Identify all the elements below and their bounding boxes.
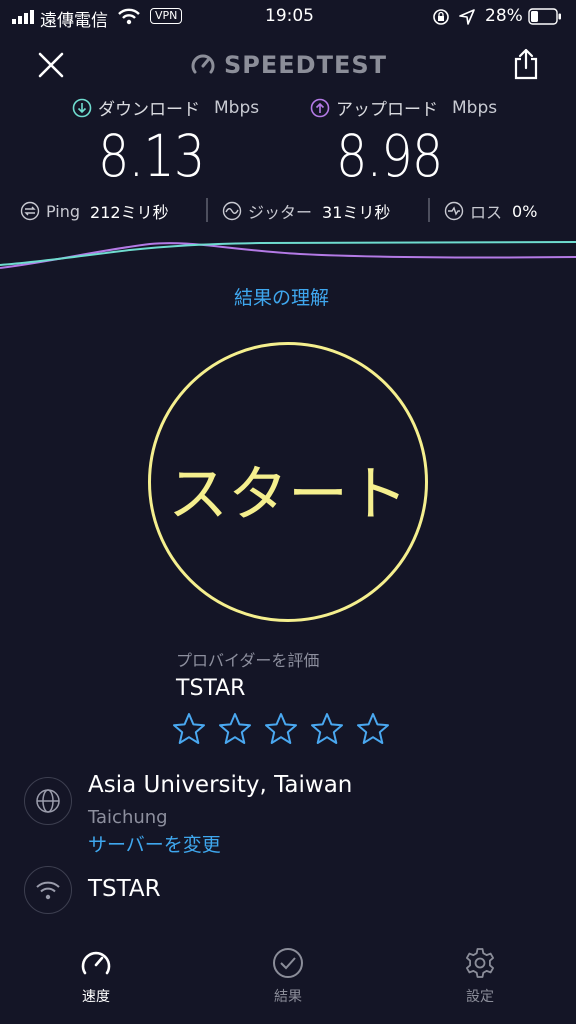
loss-label: ロス bbox=[470, 203, 503, 222]
loss-metric: ロス 0% bbox=[444, 199, 537, 223]
upload-value: 8.98 bbox=[336, 122, 443, 190]
download-unit: Mbps bbox=[214, 97, 260, 118]
wifi-icon bbox=[36, 881, 60, 900]
tab-results-label: 結果 bbox=[274, 989, 302, 1005]
ping-icon bbox=[20, 201, 40, 221]
star-icon[interactable] bbox=[218, 712, 252, 746]
download-label: ダウンロード Mbps bbox=[72, 95, 259, 120]
rate-provider-caption: プロバイダーを評価 bbox=[176, 651, 320, 670]
orientation-lock-icon bbox=[433, 9, 449, 25]
jitter-icon bbox=[222, 201, 242, 221]
tab-results[interactable]: 結果 bbox=[228, 946, 348, 1006]
speedtest-gauge-icon bbox=[191, 54, 215, 74]
server-city: Taichung bbox=[88, 807, 168, 828]
network-icon-circle bbox=[24, 866, 72, 914]
download-value: 8.13 bbox=[98, 122, 205, 190]
server-globe-button bbox=[24, 777, 72, 825]
upload-label: アップロード Mbps bbox=[310, 95, 497, 120]
download-label-text: ダウンロード bbox=[98, 100, 200, 120]
globe-icon bbox=[36, 789, 60, 813]
tab-speed[interactable]: 速度 bbox=[36, 946, 156, 1006]
tab-settings[interactable]: 設定 bbox=[420, 946, 540, 1006]
star-icon[interactable] bbox=[356, 712, 390, 746]
carrier-name: 遠傳電信 bbox=[40, 11, 108, 31]
tab-bar: 速度 結果 設定 bbox=[0, 946, 576, 1024]
ping-label: Ping bbox=[46, 201, 81, 221]
metric-divider bbox=[206, 198, 208, 222]
vpn-badge: VPN bbox=[150, 8, 183, 24]
jitter-label: ジッター bbox=[248, 203, 313, 222]
gear-icon bbox=[466, 948, 494, 978]
star-icon[interactable] bbox=[264, 712, 298, 746]
wifi-status-icon bbox=[118, 8, 140, 25]
packet-loss-icon bbox=[444, 201, 464, 221]
check-circle-icon bbox=[273, 948, 303, 978]
speedtest-wordmark: SPEEDTEST bbox=[224, 51, 388, 79]
upload-unit: Mbps bbox=[452, 97, 498, 118]
ping-metric: Ping 212ミリ秒 bbox=[20, 199, 169, 223]
close-icon[interactable] bbox=[38, 52, 64, 78]
status-bar: 遠傳電信 VPN 19:05 28% bbox=[0, 0, 576, 34]
battery-percent: 28% bbox=[485, 6, 523, 26]
network-name: TSTAR bbox=[88, 876, 161, 902]
jitter-value: 31ミリ秒 bbox=[322, 203, 391, 222]
ping-value: 212ミリ秒 bbox=[90, 203, 169, 222]
star-icon[interactable] bbox=[172, 712, 206, 746]
start-button-label: スタート bbox=[168, 460, 408, 530]
battery-icon bbox=[528, 8, 561, 25]
loss-value: 0% bbox=[512, 201, 538, 221]
upload-label-text: アップロード bbox=[336, 100, 438, 120]
server-name: Asia University, Taiwan bbox=[88, 772, 353, 798]
jitter-metric: ジッター 31ミリ秒 bbox=[222, 199, 390, 223]
star-icon[interactable] bbox=[310, 712, 344, 746]
provider-rating-stars bbox=[172, 712, 390, 746]
upload-arrow-icon bbox=[310, 98, 330, 117]
location-arrow-icon bbox=[459, 9, 475, 25]
tab-settings-label: 設定 bbox=[466, 989, 494, 1005]
speedometer-icon bbox=[81, 951, 111, 975]
speedtest-logo: SPEEDTEST bbox=[190, 48, 390, 82]
speed-graph bbox=[0, 241, 576, 269]
provider-name: TSTAR bbox=[176, 676, 246, 701]
status-time: 19:05 bbox=[265, 6, 314, 26]
tab-speed-label: 速度 bbox=[82, 989, 110, 1005]
metric-divider bbox=[428, 198, 430, 222]
share-icon[interactable] bbox=[512, 48, 540, 80]
understand-results-link[interactable]: 結果の理解 bbox=[234, 283, 329, 310]
download-arrow-icon bbox=[72, 98, 92, 117]
change-server-link[interactable]: サーバーを変更 bbox=[88, 830, 221, 857]
cell-signal-icon bbox=[12, 10, 34, 24]
